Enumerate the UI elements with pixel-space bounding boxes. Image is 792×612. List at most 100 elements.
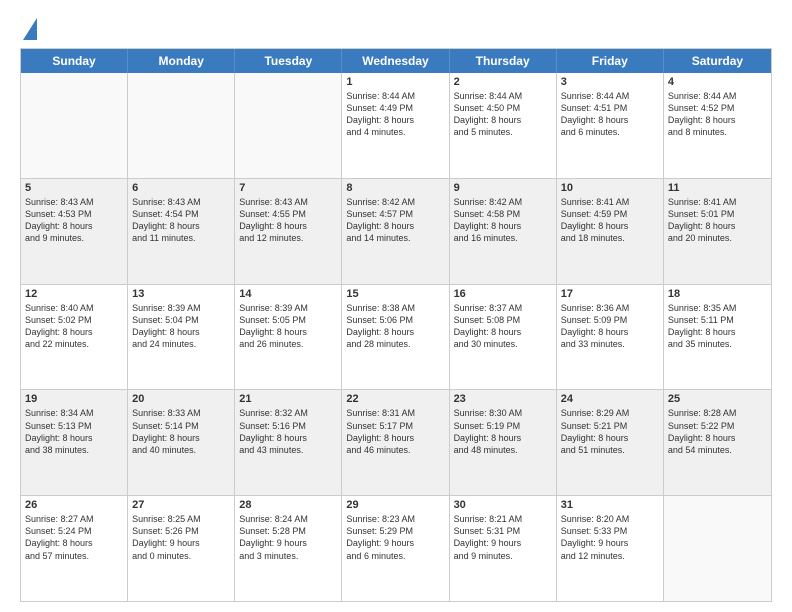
day-info: Sunrise: 8:33 AM Sunset: 5:14 PM Dayligh… — [132, 407, 230, 456]
calendar-cell: 7Sunrise: 8:43 AM Sunset: 4:55 PM Daylig… — [235, 179, 342, 284]
calendar-cell: 1Sunrise: 8:44 AM Sunset: 4:49 PM Daylig… — [342, 73, 449, 178]
day-info: Sunrise: 8:44 AM Sunset: 4:52 PM Dayligh… — [668, 90, 767, 139]
calendar-row: 5 Sunrise: 8:43 AM Sunset: 4:53 PM Daylig… — [21, 179, 771, 285]
calendar-cell — [235, 73, 342, 178]
day-number: 31 — [561, 499, 659, 511]
day-info: Sunrise: 8:37 AM Sunset: 5:08 PM Dayligh… — [454, 302, 552, 351]
day-number: 11 — [668, 182, 767, 194]
calendar-cell: 18Sunrise: 8:35 AM Sunset: 5:11 PM Dayli… — [664, 285, 771, 390]
day-info: Sunrise: 8:20 AM Sunset: 5:33 PM Dayligh… — [561, 513, 659, 562]
calendar-row: 12Sunrise: 8:40 AM Sunset: 5:02 PM Dayli… — [21, 285, 771, 391]
calendar-row: 1Sunrise: 8:44 AM Sunset: 4:49 PM Daylig… — [21, 73, 771, 179]
day-number: 30 — [454, 499, 552, 511]
day-info: Sunrise: 8:27 AM Sunset: 5:24 PM Dayligh… — [25, 513, 123, 562]
calendar-row: 19Sunrise: 8:34 AM Sunset: 5:13 PM Dayli… — [21, 390, 771, 496]
calendar-cell: 19Sunrise: 8:34 AM Sunset: 5:13 PM Dayli… — [21, 390, 128, 495]
calendar-cell: 8 Sunrise: 8:42 AM Sunset: 4:57 PM Daylig… — [342, 179, 449, 284]
day-number: 15 — [346, 288, 444, 300]
calendar-cell: 29 Sunrise: 8:23 AM Sunset: 5:29 PM Dayli… — [342, 496, 449, 601]
calendar-cell: 20Sunrise: 8:33 AM Sunset: 5:14 PM Dayli… — [128, 390, 235, 495]
day-number: 29 — [346, 499, 444, 511]
day-info: Sunrise: 8:42 AM Sunset: 4:58 PM Dayligh… — [454, 196, 552, 245]
calendar-cell: 25Sunrise: 8:28 AM Sunset: 5:22 PM Dayli… — [664, 390, 771, 495]
day-number: 3 — [561, 76, 659, 88]
calendar-cell: 23 Sunrise: 8:30 AM Sunset: 5:19 PM Dayli… — [450, 390, 557, 495]
day-number: 10 — [561, 182, 659, 194]
calendar-cell: 4 Sunrise: 8:44 AM Sunset: 4:52 PM Daylig… — [664, 73, 771, 178]
day-info: Sunrise: 8:34 AM Sunset: 5:13 PM Dayligh… — [25, 407, 123, 456]
header-day: Thursday — [450, 49, 557, 73]
day-info: Sunrise: 8:23 AM Sunset: 5:29 PM Dayligh… — [346, 513, 444, 562]
calendar-cell: 15 Sunrise: 8:38 AM Sunset: 5:06 PM Dayli… — [342, 285, 449, 390]
day-info: Sunrise: 8:35 AM Sunset: 5:11 PM Dayligh… — [668, 302, 767, 351]
calendar-cell: 26 Sunrise: 8:27 AM Sunset: 5:24 PM Dayli… — [21, 496, 128, 601]
calendar-cell: 21 Sunrise: 8:32 AM Sunset: 5:16 PM Dayli… — [235, 390, 342, 495]
calendar-cell: 16Sunrise: 8:37 AM Sunset: 5:08 PM Dayli… — [450, 285, 557, 390]
day-number: 21 — [239, 393, 337, 405]
day-number: 23 — [454, 393, 552, 405]
day-info: Sunrise: 8:42 AM Sunset: 4:57 PM Dayligh… — [346, 196, 444, 245]
day-info: Sunrise: 8:29 AM Sunset: 5:21 PM Dayligh… — [561, 407, 659, 456]
day-number: 8 — [346, 182, 444, 194]
day-number: 26 — [25, 499, 123, 511]
day-info: Sunrise: 8:38 AM Sunset: 5:06 PM Dayligh… — [346, 302, 444, 351]
calendar-cell: 14 Sunrise: 8:39 AM Sunset: 5:05 PM Dayli… — [235, 285, 342, 390]
day-number: 2 — [454, 76, 552, 88]
day-info: Sunrise: 8:40 AM Sunset: 5:02 PM Dayligh… — [25, 302, 123, 351]
calendar-cell: 2 Sunrise: 8:44 AM Sunset: 4:50 PM Daylig… — [450, 73, 557, 178]
day-info: Sunrise: 8:44 AM Sunset: 4:51 PM Dayligh… — [561, 90, 659, 139]
day-number: 1 — [346, 76, 444, 88]
day-number: 24 — [561, 393, 659, 405]
day-info: Sunrise: 8:31 AM Sunset: 5:17 PM Dayligh… — [346, 407, 444, 456]
calendar-header: SundayMondayTuesdayWednesdayThursdayFrid… — [21, 49, 771, 73]
calendar-cell: 28 Sunrise: 8:24 AM Sunset: 5:28 PM Dayli… — [235, 496, 342, 601]
header-day: Tuesday — [235, 49, 342, 73]
day-number: 17 — [561, 288, 659, 300]
calendar-cell: 3 Sunrise: 8:44 AM Sunset: 4:51 PM Daylig… — [557, 73, 664, 178]
day-number: 14 — [239, 288, 337, 300]
calendar: SundayMondayTuesdayWednesdayThursdayFrid… — [20, 48, 772, 602]
day-info: Sunrise: 8:43 AM Sunset: 4:53 PM Dayligh… — [25, 196, 123, 245]
day-info: Sunrise: 8:41 AM Sunset: 5:01 PM Dayligh… — [668, 196, 767, 245]
day-info: Sunrise: 8:39 AM Sunset: 5:04 PM Dayligh… — [132, 302, 230, 351]
calendar-cell: 30 Sunrise: 8:21 AM Sunset: 5:31 PM Dayli… — [450, 496, 557, 601]
calendar-cell — [128, 73, 235, 178]
day-number: 4 — [668, 76, 767, 88]
header-day: Sunday — [21, 49, 128, 73]
logo-triangle-icon — [23, 18, 37, 40]
calendar-cell: 12Sunrise: 8:40 AM Sunset: 5:02 PM Dayli… — [21, 285, 128, 390]
day-number: 7 — [239, 182, 337, 194]
day-number: 25 — [668, 393, 767, 405]
page: SundayMondayTuesdayWednesdayThursdayFrid… — [0, 0, 792, 612]
day-info: Sunrise: 8:32 AM Sunset: 5:16 PM Dayligh… — [239, 407, 337, 456]
day-number: 6 — [132, 182, 230, 194]
day-info: Sunrise: 8:30 AM Sunset: 5:19 PM Dayligh… — [454, 407, 552, 456]
calendar-cell: 22 Sunrise: 8:31 AM Sunset: 5:17 PM Dayli… — [342, 390, 449, 495]
calendar-cell: 24 Sunrise: 8:29 AM Sunset: 5:21 PM Dayli… — [557, 390, 664, 495]
calendar-row: 26 Sunrise: 8:27 AM Sunset: 5:24 PM Dayli… — [21, 496, 771, 601]
calendar-cell: 6Sunrise: 8:43 AM Sunset: 4:54 PM Daylig… — [128, 179, 235, 284]
header — [20, 16, 772, 40]
calendar-cell: 9Sunrise: 8:42 AM Sunset: 4:58 PM Daylig… — [450, 179, 557, 284]
day-number: 28 — [239, 499, 337, 511]
header-day: Wednesday — [342, 49, 449, 73]
header-day: Monday — [128, 49, 235, 73]
calendar-cell: 27Sunrise: 8:25 AM Sunset: 5:26 PM Dayli… — [128, 496, 235, 601]
day-number: 5 — [25, 182, 123, 194]
calendar-cell: 11 Sunrise: 8:41 AM Sunset: 5:01 PM Dayli… — [664, 179, 771, 284]
day-info: Sunrise: 8:41 AM Sunset: 4:59 PM Dayligh… — [561, 196, 659, 245]
header-day: Saturday — [664, 49, 771, 73]
day-info: Sunrise: 8:36 AM Sunset: 5:09 PM Dayligh… — [561, 302, 659, 351]
day-number: 13 — [132, 288, 230, 300]
day-number: 22 — [346, 393, 444, 405]
calendar-cell — [664, 496, 771, 601]
logo — [20, 16, 37, 40]
day-info: Sunrise: 8:39 AM Sunset: 5:05 PM Dayligh… — [239, 302, 337, 351]
day-info: Sunrise: 8:21 AM Sunset: 5:31 PM Dayligh… — [454, 513, 552, 562]
day-info: Sunrise: 8:24 AM Sunset: 5:28 PM Dayligh… — [239, 513, 337, 562]
calendar-cell: 10 Sunrise: 8:41 AM Sunset: 4:59 PM Dayli… — [557, 179, 664, 284]
day-info: Sunrise: 8:44 AM Sunset: 4:50 PM Dayligh… — [454, 90, 552, 139]
header-day: Friday — [557, 49, 664, 73]
calendar-cell — [21, 73, 128, 178]
calendar-body: 1Sunrise: 8:44 AM Sunset: 4:49 PM Daylig… — [21, 73, 771, 601]
